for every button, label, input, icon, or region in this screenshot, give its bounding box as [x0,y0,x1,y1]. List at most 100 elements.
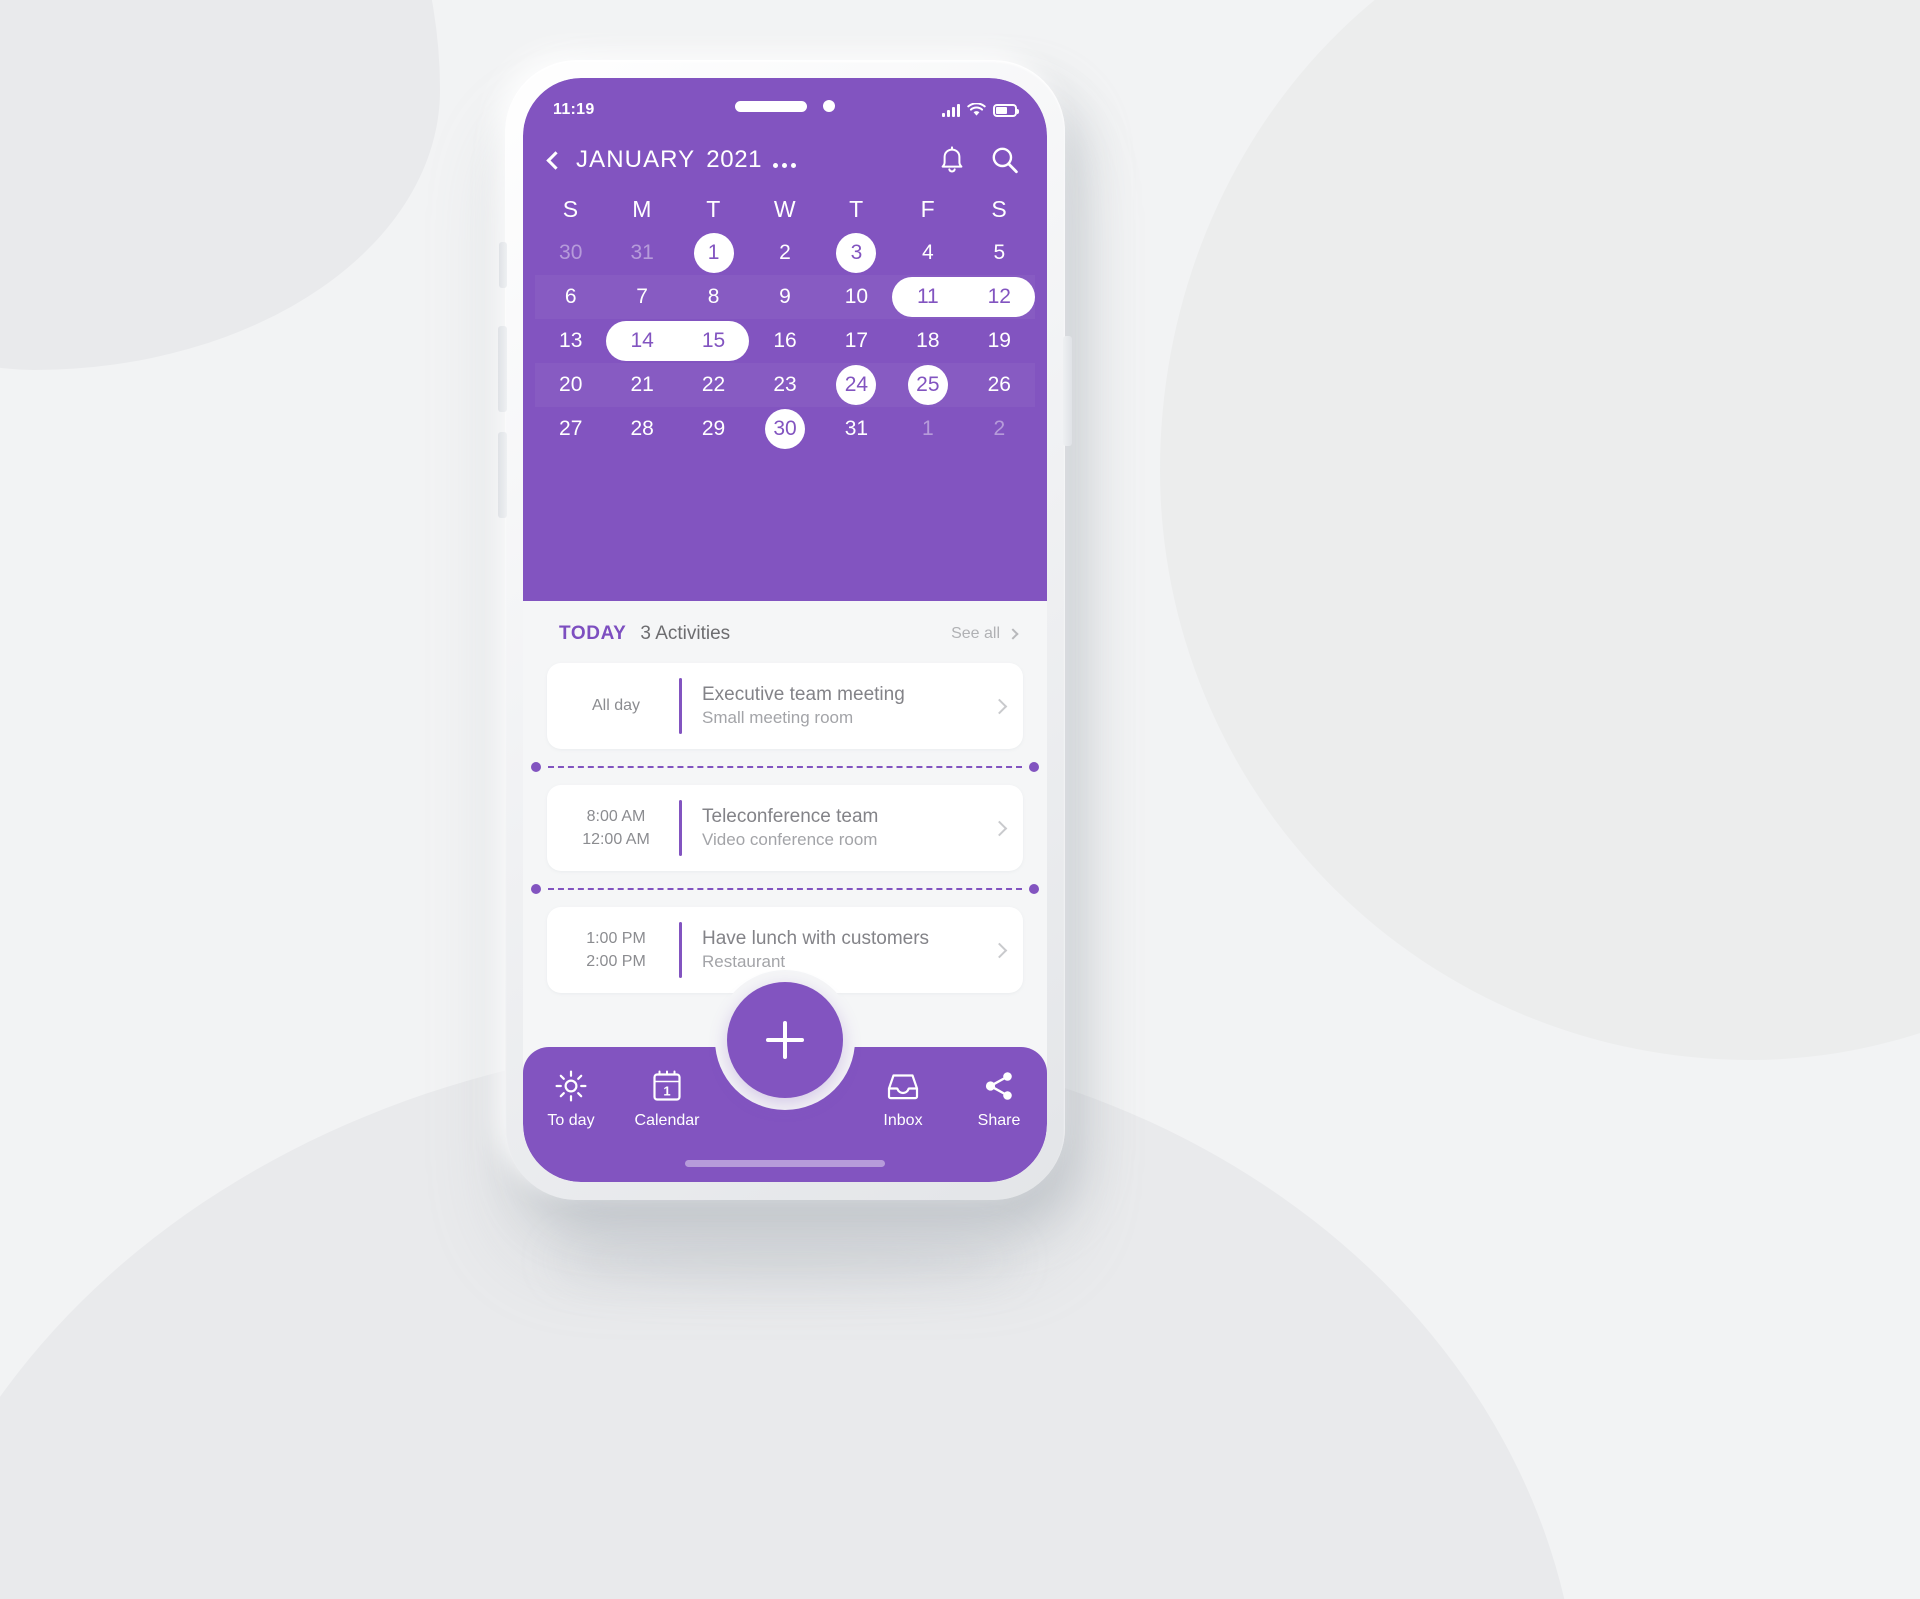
calendar-day-cell[interactable]: 30 [749,407,820,451]
calendar-week-row: 6 7 8 9 10 11 12 [535,275,1035,319]
calendar-day-cell[interactable]: 2 [964,407,1035,451]
calendar-day-cell[interactable]: 21 [606,363,677,407]
calendar-week-row: 13 14 15 16 17 18 19 [535,319,1035,363]
calendar-day-cell[interactable]: 19 [964,319,1035,363]
notch-speaker [735,100,807,112]
calendar-day-cell[interactable]: 30 [535,231,606,275]
calendar-day-cell[interactable]: 2 [749,231,820,275]
app-screen: 11:19 JANUARY 2021 S M T W T F S 30 31 1… [523,78,1047,1182]
activity-location: Video conference room [702,830,878,850]
calendar-day-cell[interactable]: 24 [821,363,892,407]
calendar-day-cell[interactable]: 1 [892,407,963,451]
calendar-day-cell[interactable]: 6 [535,275,606,319]
calendar-day-cell[interactable]: 20 [535,363,606,407]
year-label: 2021 [706,146,763,173]
calendar-day-cell[interactable]: 13 [535,319,606,363]
activity-list: All day Executive team meeting Small meeti… [523,663,1047,993]
activity-card[interactable]: 8:00 AM 12:00 AM Teleconference team Video … [547,785,1023,871]
calendar-day-cell[interactable]: 11 [892,275,963,319]
calendar-day-cell[interactable]: 31 [821,407,892,451]
calendar-day-cell[interactable]: 14 [606,319,677,363]
calendar-day-cell[interactable]: 26 [964,363,1035,407]
calendar-day-cell[interactable]: 22 [678,363,749,407]
calendar-day-cell[interactable]: 31 [606,231,677,275]
svg-text:1: 1 [663,1083,670,1098]
search-icon[interactable] [991,146,1019,175]
activity-card[interactable]: All day Executive team meeting Small meeti… [547,663,1023,749]
chevron-right-icon[interactable] [991,820,1008,836]
battery-icon [993,103,1019,117]
device-button-volume-down[interactable] [498,432,507,518]
more-options-icon[interactable] [773,153,797,168]
background-blob-right [1160,0,1920,1060]
calendar-day-cell[interactable]: 4 [892,231,963,275]
today-activity-count: 3 Activities [640,623,731,644]
divider-dot-right [1029,884,1039,894]
weekday-label: T [706,196,721,222]
divider-dashed-line [548,766,1022,768]
status-time: 11:19 [553,101,595,118]
add-event-fab-button[interactable] [727,982,843,1098]
calendar-day-cell[interactable]: 5 [964,231,1035,275]
phone-device: 11:19 JANUARY 2021 S M T W T F S 30 31 1… [498,60,1072,1200]
header-actions [939,145,1019,175]
device-button-power[interactable] [1063,336,1072,446]
status-bar: 11:19 [523,78,1047,130]
divider-dot-right [1029,762,1039,772]
calendar-day-cell[interactable]: 27 [535,407,606,451]
calendar-header: JANUARY 2021 [523,130,1047,186]
activity-title: Executive team meeting [702,683,905,705]
device-button-silent[interactable] [499,242,507,288]
weekday-label: F [920,196,936,222]
bottom-nav-left-group: To day 1 Calendar [523,1069,715,1130]
notification-bell-icon[interactable] [939,145,965,175]
back-chevron-icon[interactable] [546,150,565,170]
nav-label-calendar: Calendar [634,1112,700,1129]
nav-item-today[interactable]: To day [524,1069,618,1130]
activity-time: All day [591,697,641,715]
calendar-day-cell[interactable]: 3 [821,231,892,275]
see-all-button[interactable]: See all [951,625,1019,643]
today-summary-bar: TODAY 3 Activities See all [523,601,1047,663]
calendar-day-cell[interactable]: 10 [821,275,892,319]
calendar-day-cell[interactable]: 17 [821,319,892,363]
nav-item-calendar[interactable]: 1 Calendar [620,1069,714,1130]
calendar-day-cell[interactable]: 7 [606,275,677,319]
plus-icon [766,1021,804,1059]
month-label: JANUARY [576,146,696,173]
activity-details: Have lunch with customers Restaurant [702,926,984,975]
nav-label-today: To day [547,1112,595,1129]
chevron-right-icon[interactable] [991,698,1008,714]
calendar-day-cell[interactable]: 8 [678,275,749,319]
calendar-day-cell[interactable]: 23 [749,363,820,407]
weekday-header: S M T W T F S [523,186,1047,231]
calendar-day-cell[interactable]: 1 [678,231,749,275]
calendar-day-cell[interactable]: 18 [892,319,963,363]
calendar-day-cell[interactable]: 29 [678,407,749,451]
calendar-day-cell[interactable]: 15 [678,319,749,363]
calendar-day-cell[interactable]: 16 [749,319,820,363]
chevron-right-icon[interactable] [991,942,1008,958]
home-indicator[interactable] [685,1160,885,1167]
nav-label-inbox: Inbox [883,1112,923,1129]
calendar-day-cell[interactable]: 25 [892,363,963,407]
background-blob-top-left [0,0,440,370]
activity-divider [531,871,1039,907]
calendar-icon: 1 [652,1069,682,1103]
activity-location: Small meeting room [702,708,854,728]
inbox-tray-icon [886,1069,920,1103]
calendar-day-cell[interactable]: 9 [749,275,820,319]
weekday-label: S [991,196,1008,222]
nav-item-share[interactable]: Share [952,1069,1046,1130]
activity-location: Restaurant [702,952,786,972]
device-button-volume-up[interactable] [498,326,507,412]
calendar-day-cell[interactable]: 12 [964,275,1035,319]
nav-label-share: Share [977,1112,1021,1129]
calendar-day-cell[interactable]: 28 [606,407,677,451]
nav-item-inbox[interactable]: Inbox [856,1069,950,1130]
activity-title: Teleconference team [702,805,879,827]
sun-icon [554,1069,588,1103]
signal-bars-icon [942,103,960,117]
bottom-nav-right-group: Inbox Share [855,1069,1047,1130]
see-all-label: See all [951,625,1000,642]
